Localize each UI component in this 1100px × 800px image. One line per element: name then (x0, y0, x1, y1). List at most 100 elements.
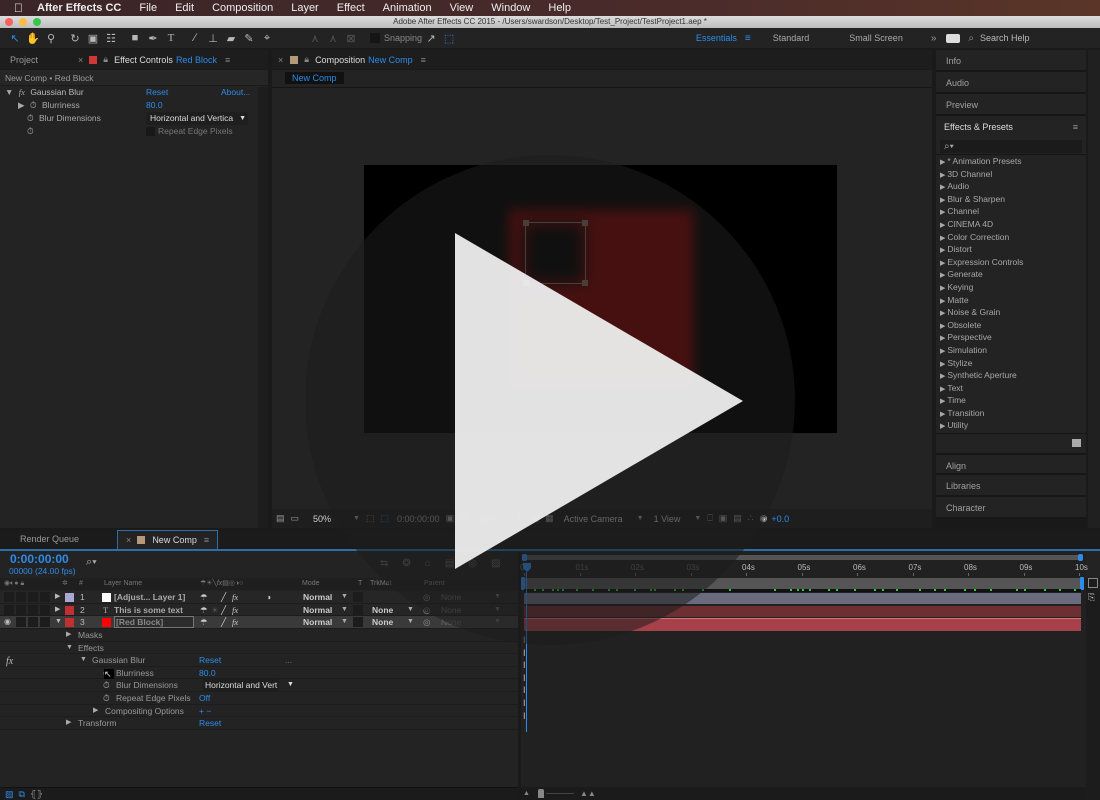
chevron-down-icon[interactable]: ▼ (341, 616, 348, 629)
rotation-tool-icon[interactable]: ↻ (66, 32, 84, 45)
camera-tool-icon[interactable]: ▣ (84, 32, 102, 45)
lock-toggle[interactable] (40, 617, 50, 628)
pan-behind-tool-icon[interactable]: ☷ (102, 32, 120, 45)
fx-icon[interactable]: fx (6, 656, 13, 667)
column-mode[interactable]: Mode (302, 578, 320, 590)
property-value[interactable]: 80.0 (199, 667, 216, 680)
stopwatch-icon[interactable]: ⏱︎ (30, 100, 37, 110)
quality-switch-icon[interactable]: ╱ (221, 591, 226, 604)
effects-category-item[interactable]: ▶ Synthetic Aperture (936, 369, 1086, 382)
apple-icon[interactable]:  (14, 1, 23, 15)
stopwatch-icon[interactable]: ⏱︎ (103, 692, 110, 705)
tab-composition[interactable]: Composition (315, 55, 365, 65)
property-row[interactable]: ▶ Masks (0, 629, 518, 642)
hand-tool-icon[interactable]: ✋ (24, 32, 42, 45)
twirl-closed-icon[interactable]: ▶ (55, 591, 60, 604)
pen-tool-icon[interactable]: ✒ (144, 32, 162, 45)
time-navigator-end-handle[interactable] (1078, 554, 1083, 561)
mode-dropdown[interactable]: Normal (303, 591, 332, 604)
puppet-pin-tool-icon[interactable]: ⌖ (258, 32, 276, 45)
chevron-down-icon[interactable]: ▼ (341, 591, 348, 604)
comp-button-icon[interactable]: ⎘ (1088, 592, 1095, 603)
chevron-down-icon[interactable]: ▼ (287, 679, 294, 692)
shy-switch-icon[interactable]: ☂ (200, 616, 208, 629)
effects-category-item[interactable]: ▶ CINEMA 4D (936, 218, 1086, 231)
tab-project[interactable]: Project (10, 55, 60, 65)
property-value[interactable]: Horizontal and Vert (203, 679, 280, 692)
trkmat-dropdown[interactable]: None (372, 616, 393, 629)
tab-effect-controls[interactable]: Effect Controls (114, 55, 173, 65)
layer-switches-icon[interactable]: ▧ (5, 789, 14, 800)
collapse-switch-icon[interactable]: ☀ (211, 604, 219, 617)
blurriness-value[interactable]: 80.0 (146, 99, 163, 112)
mode-dropdown[interactable]: Normal (303, 604, 332, 617)
effects-category-item[interactable]: ▶ Simulation (936, 344, 1086, 357)
label-color[interactable] (65, 593, 74, 602)
label-color[interactable] (65, 618, 74, 628)
panel-character[interactable]: Character (936, 497, 1086, 519)
property-row[interactable]: ▼ Effects (0, 642, 518, 655)
effects-category-item[interactable]: ▶ Audio (936, 180, 1086, 193)
menu-help[interactable]: Help (548, 2, 571, 14)
local-axis-icon[interactable]: ⋏ (306, 32, 324, 45)
menu-edit[interactable]: Edit (175, 2, 194, 14)
layer-name[interactable]: [Adjust... Layer 1] (114, 591, 194, 603)
panel-menu-icon[interactable]: ≡ (204, 535, 209, 545)
lock-toggle[interactable] (40, 592, 50, 602)
timeline-search-icon[interactable]: ⌕▾ (86, 556, 97, 569)
effects-category-item[interactable]: ▶ Stylize (936, 357, 1086, 370)
label-color[interactable] (65, 605, 74, 615)
more-workspaces-icon[interactable]: » (931, 33, 937, 44)
tab-new-comp[interactable]: New Comp (152, 535, 197, 545)
panel-menu-icon[interactable]: ≡ (421, 55, 426, 65)
workspace-essentials[interactable]: Essentials (696, 33, 737, 43)
in-out-columns-icon[interactable]: ⦃⦄ (30, 789, 43, 800)
effects-category-item[interactable]: ▶ Text (936, 382, 1086, 395)
workspace-small-screen[interactable]: Small Screen (849, 33, 903, 43)
roto-brush-tool-icon[interactable]: ✎ (240, 32, 258, 45)
exposure-value[interactable]: +0.0 (771, 514, 789, 524)
effects-category-item[interactable]: ▶ Time (936, 394, 1086, 407)
effects-category-item[interactable]: ▶ Keying (936, 281, 1086, 294)
workspace-standard[interactable]: Standard (773, 33, 810, 43)
tab-render-queue[interactable]: Render Queue (0, 534, 99, 544)
panel-info[interactable]: Info (936, 50, 1086, 72)
preserve-transparency-toggle[interactable] (353, 617, 363, 628)
audio-toggle[interactable] (16, 604, 26, 615)
solo-toggle[interactable] (28, 617, 38, 628)
selection-tool-icon[interactable]: ↖ (6, 32, 24, 45)
panel-preview[interactable]: Preview (936, 94, 1086, 116)
keyframe-indicator[interactable]: I (523, 673, 526, 683)
keyframe-indicator[interactable]: I (523, 711, 526, 721)
stopwatch-icon[interactable]: ⏱︎ (27, 126, 34, 136)
property-row[interactable]: ⏱︎ Repeat Edge Pixels Off (0, 692, 518, 705)
transfer-controls-icon[interactable]: ⧉ (19, 789, 25, 800)
world-axis-icon[interactable]: ⋏ (324, 32, 342, 45)
property-row[interactable]: ▶ Compositing Options + − (0, 705, 518, 718)
property-row[interactable]: ⏱︎ Blur Dimensions Horizontal and Vert ▼ (0, 679, 518, 692)
sync-settings-icon[interactable] (946, 33, 961, 43)
snap-features-icon[interactable]: ⬚ (440, 32, 458, 45)
effects-category-item[interactable]: ▶ * Animation Presets (936, 155, 1086, 168)
effects-category-item[interactable]: ▶ Color Correction (936, 231, 1086, 244)
chevron-down-icon[interactable]: ▼ (407, 616, 414, 629)
preserve-transparency-toggle[interactable] (353, 592, 363, 602)
snapping-checkbox[interactable] (370, 33, 380, 43)
panel-audio[interactable]: Audio (936, 72, 1086, 94)
lock-icon[interactable]: 🔒︎ (103, 54, 108, 65)
property-value[interactable]: Reset (199, 654, 221, 667)
repeat-edge-checkbox[interactable] (146, 127, 155, 136)
minimize-window-button[interactable] (19, 18, 27, 26)
column-layer-name[interactable]: Layer Name (104, 578, 142, 590)
menu-animation[interactable]: Animation (383, 2, 432, 14)
menu-view[interactable]: View (450, 2, 474, 14)
twirl-open-icon[interactable]: ▼ (55, 616, 62, 629)
lock-icon[interactable]: 🔒︎ (304, 54, 309, 65)
stopwatch-icon[interactable]: ⏱︎ (103, 679, 110, 692)
close-tab-icon[interactable]: × (126, 535, 131, 545)
workspace-menu-icon[interactable]: ≡ (745, 33, 751, 44)
video-visibility-toggle[interactable] (4, 604, 14, 615)
effects-category-item[interactable]: ▶ Noise & Grain (936, 306, 1086, 319)
twirl-closed-icon[interactable]: ▶ (55, 604, 60, 617)
close-window-button[interactable] (5, 18, 13, 26)
